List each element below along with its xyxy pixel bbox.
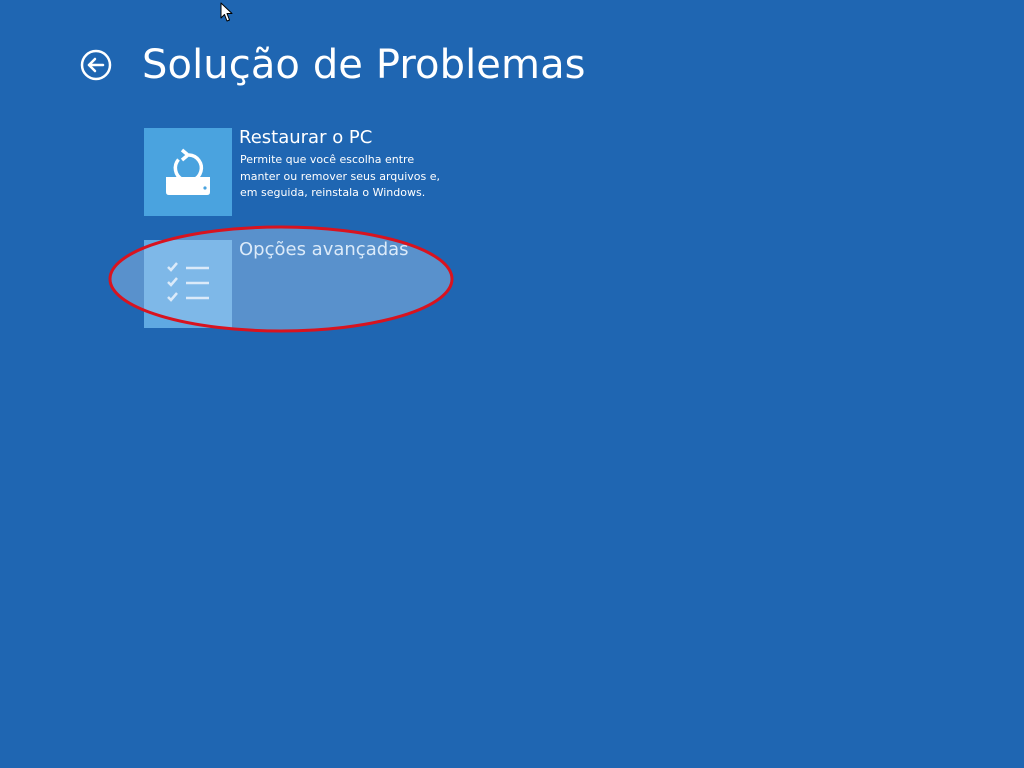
tile-icon-box xyxy=(144,240,232,328)
tile-title: Opções avançadas xyxy=(239,239,409,260)
tile-title: Restaurar o PC xyxy=(239,127,373,148)
tile-icon-box xyxy=(144,128,232,216)
page-title: Solução de Problemas xyxy=(142,42,586,88)
checklist-icon xyxy=(167,262,209,302)
tile-restaurar-pc[interactable]: Restaurar o PC Permite que você escolha … xyxy=(144,128,474,216)
reset-pc-icon xyxy=(166,148,210,195)
tile-description: Permite que você escolha entre manter ou… xyxy=(240,153,441,199)
highlight-ellipse xyxy=(108,225,454,333)
back-button[interactable] xyxy=(79,48,113,82)
tile-opcoes-avancadas[interactable]: Opções avançadas xyxy=(144,240,474,328)
mouse-pointer-icon xyxy=(220,2,233,22)
back-arrow-circle-icon xyxy=(80,49,112,81)
